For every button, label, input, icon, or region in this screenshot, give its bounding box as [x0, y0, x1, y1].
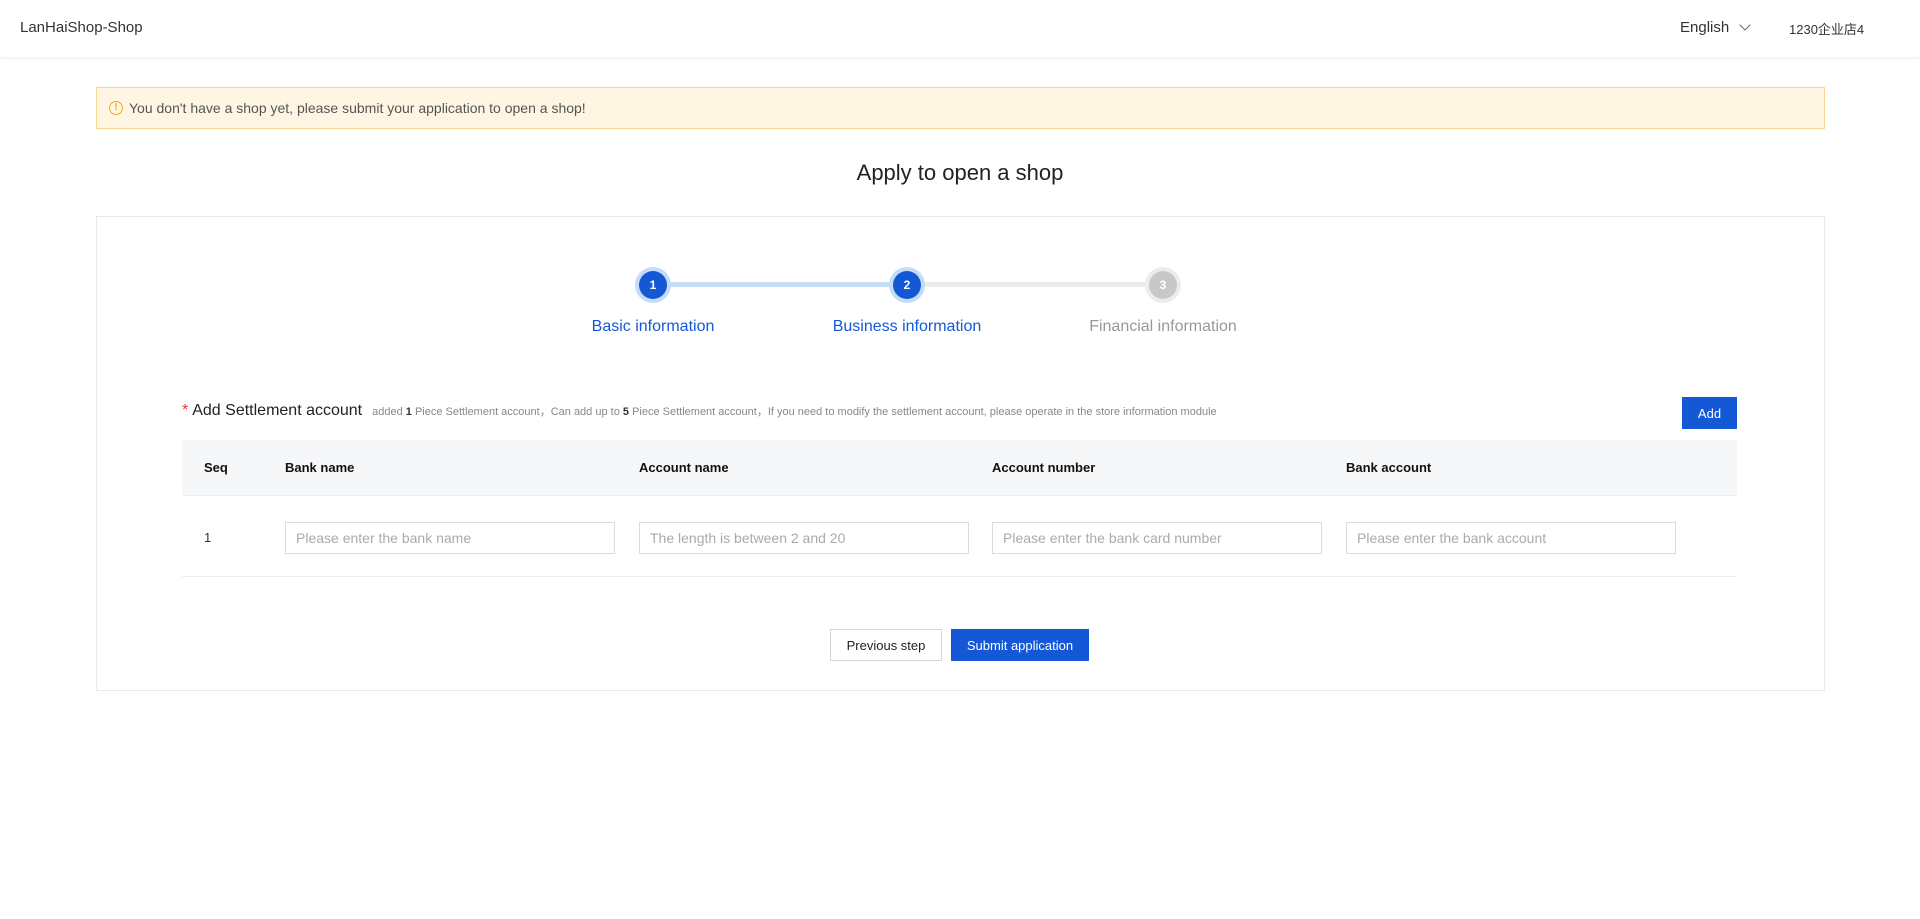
account-number-input[interactable] [992, 522, 1322, 554]
language-selector[interactable]: English [1680, 19, 1751, 36]
column-account-name: Account name [639, 460, 729, 475]
step-1-label: Basic information [591, 318, 715, 335]
step-connector-pending [907, 282, 1163, 287]
brand-title[interactable]: LanHaiShop-Shop [20, 19, 143, 36]
submit-application-button[interactable]: Submit application [951, 629, 1089, 661]
bank-name-input[interactable] [285, 522, 615, 554]
settlement-hint: added 1 Piece Settlement account，Can add… [372, 403, 1217, 419]
bank-account-input[interactable] [1346, 522, 1676, 554]
chevron-down-icon [1739, 19, 1751, 31]
account-name-input[interactable] [639, 522, 969, 554]
user-name[interactable]: 1230企业店4 [1789, 19, 1864, 38]
step-3-dot: 3 [1149, 271, 1177, 299]
top-header: LanHaiShop-Shop English 1230企业店4 [0, 0, 1920, 57]
add-account-button[interactable]: Add [1682, 397, 1737, 429]
step-2-label: Business information [832, 318, 982, 335]
step-1-dot: 1 [639, 271, 667, 299]
row-seq: 1 [204, 530, 212, 545]
table-row: 1 [182, 497, 1737, 577]
language-label: English [1680, 19, 1730, 36]
column-bank-account: Bank account [1346, 460, 1432, 475]
column-bank-name: Bank name [285, 460, 355, 475]
settlement-section-header: * Add Settlement account added 1 Piece S… [182, 402, 1217, 420]
page-title: Apply to open a shop [856, 160, 1064, 185]
column-seq: Seq [204, 460, 228, 475]
column-account-number: Account number [992, 460, 1096, 475]
hint-prefix: added [372, 406, 403, 418]
step-connector-done [652, 282, 907, 287]
table-header: Seq Bank name Account name Account numbe… [182, 440, 1737, 496]
settlement-title: Add Settlement account [192, 402, 363, 419]
alert-text: You don't have a shop yet, please submit… [129, 100, 586, 116]
warning-circle-icon: ! [109, 101, 123, 115]
required-mark: * [182, 402, 189, 419]
step-2-dot: 2 [893, 271, 921, 299]
max-count: 5 [622, 406, 630, 418]
hint-mid-1: Piece Settlement account，Can add up to [414, 406, 620, 418]
previous-step-button[interactable]: Previous step [830, 629, 942, 661]
hint-mid-2: Piece Settlement account，If you need to … [632, 406, 1217, 418]
no-shop-alert: ! You don't have a shop yet, please subm… [96, 87, 1825, 129]
step-3-label: Financial information [1089, 318, 1237, 335]
added-count: 1 [405, 406, 412, 418]
